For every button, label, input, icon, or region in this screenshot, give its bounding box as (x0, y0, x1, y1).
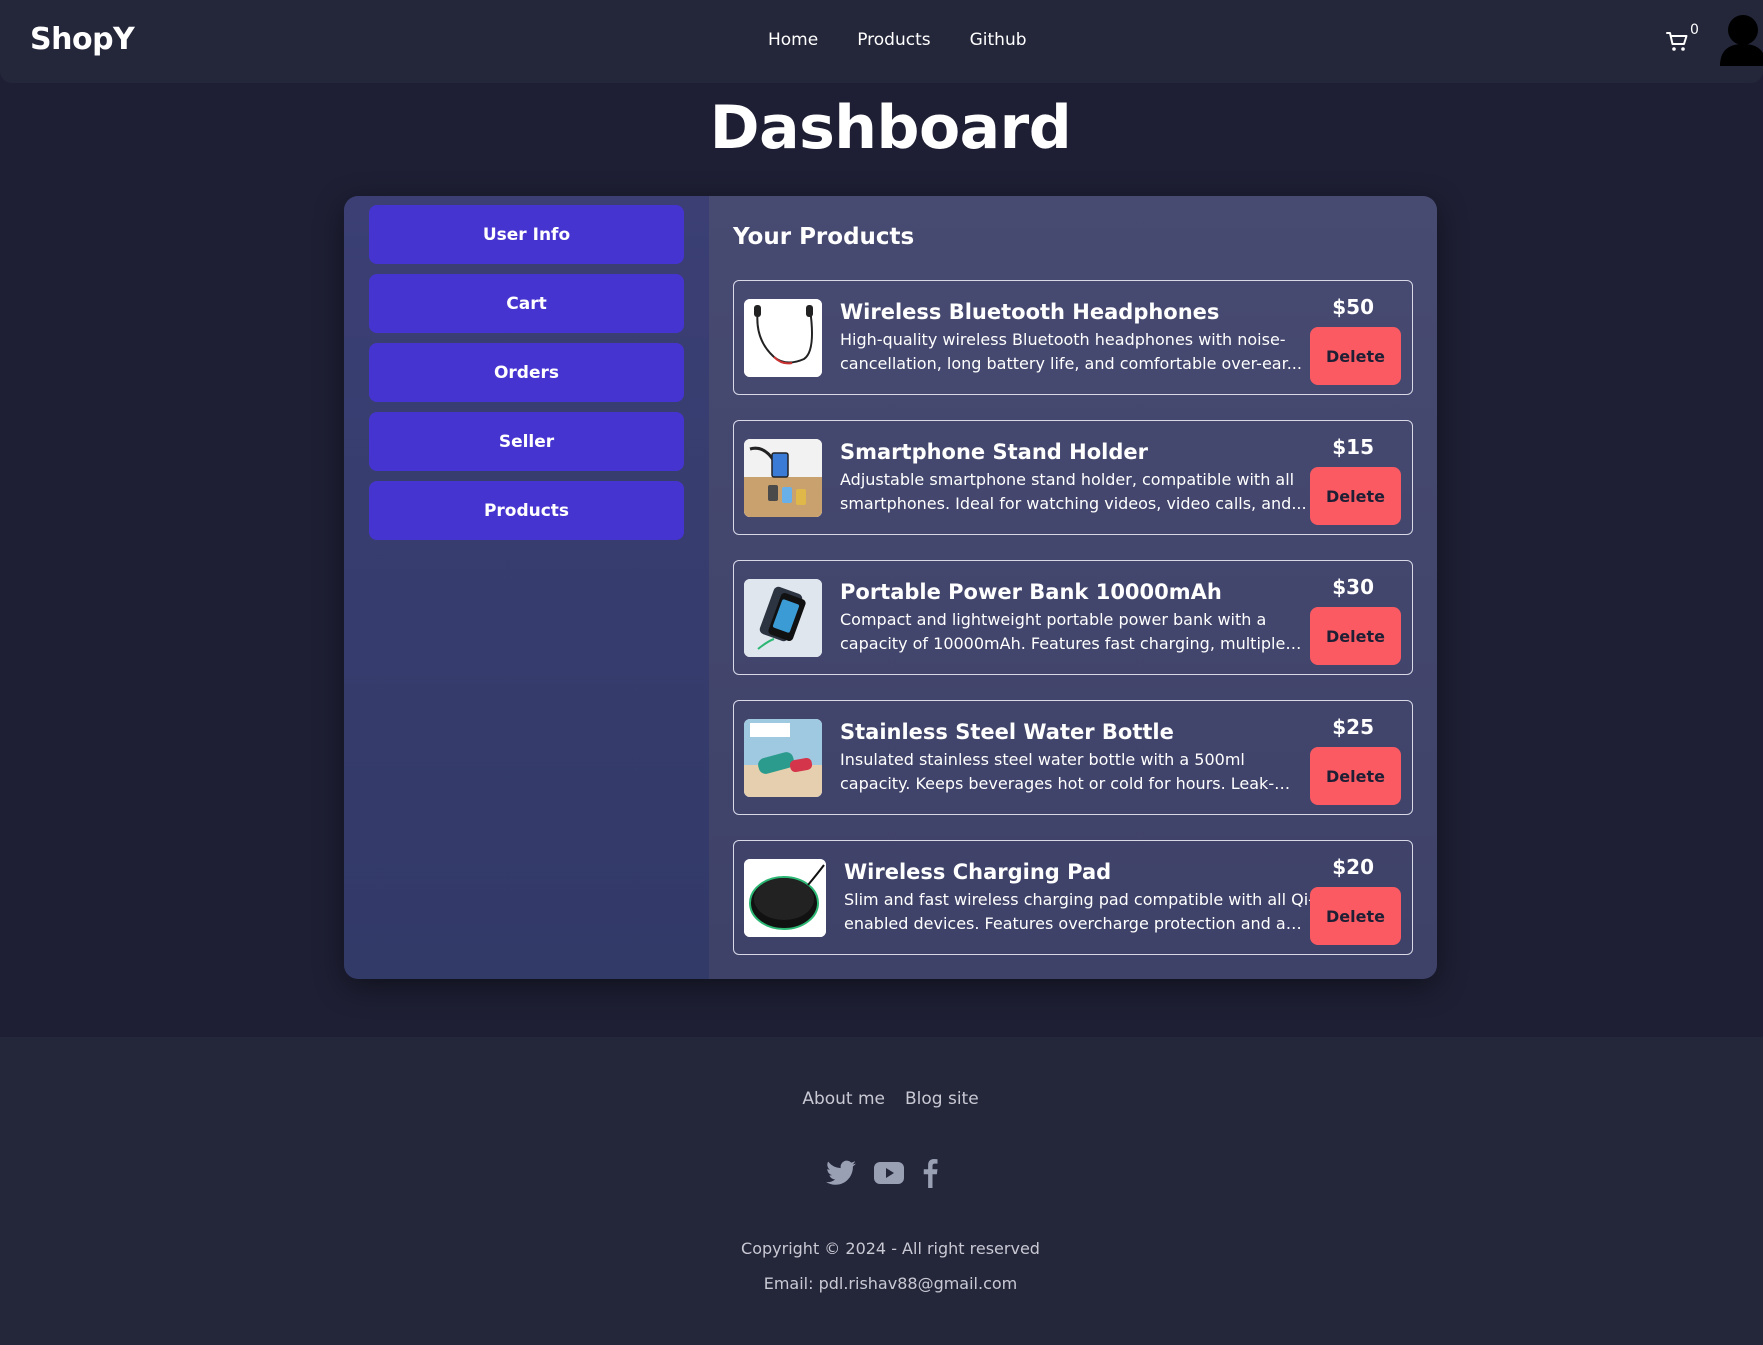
sidebar-item-orders[interactable]: Orders (369, 343, 684, 402)
product-description: Compact and lightweight portable power b… (840, 609, 1286, 653)
delete-button[interactable]: Delete (1310, 467, 1401, 525)
product-card: Stainless Steel Water Bottle Insulated s… (733, 700, 1413, 815)
product-card: Smartphone Stand Holder Adjustable smart… (733, 420, 1413, 535)
product-price: $20 (1332, 855, 1374, 879)
product-card: Wireless Charging Pad Slim and fast wire… (733, 840, 1413, 955)
sidebar-item-user-info[interactable]: User Info (369, 205, 684, 264)
social-links (826, 1158, 938, 1192)
sidebar: User Info Cart Orders Seller Products (344, 196, 709, 979)
twitter-icon[interactable] (826, 1160, 856, 1190)
product-name: Portable Power Bank 10000mAh (840, 579, 1222, 604)
product-description: Adjustable smartphone stand holder, comp… (840, 469, 1307, 513)
product-card: Wireless Bluetooth Headphones High-quali… (733, 280, 1413, 395)
dashboard-panel: User Info Cart Orders Seller Products Yo… (344, 196, 1437, 979)
products-section: Your Products Wireless Bluetooth Headpho… (709, 196, 1437, 979)
product-card: Portable Power Bank 10000mAh Compact and… (733, 560, 1413, 675)
copyright-text: Copyright © 2024 - All right reserved (741, 1239, 1040, 1258)
product-price: $25 (1332, 715, 1374, 739)
product-price: $30 (1332, 575, 1374, 599)
sidebar-item-products[interactable]: Products (369, 481, 684, 540)
charging-pad-image (744, 858, 826, 937)
product-description: Insulated stainless steel water bottle w… (840, 749, 1275, 793)
cart-button[interactable]: 0 (1666, 22, 1700, 60)
delete-button[interactable]: Delete (1310, 747, 1401, 805)
product-price: $15 (1332, 435, 1374, 459)
nav-link-github[interactable]: Github (970, 30, 1027, 50)
nav-links: Home Products Github (768, 30, 1027, 50)
phone-stand-image (744, 438, 822, 517)
navbar: ShopY Home Products Github 0 (0, 0, 1763, 83)
product-description: Slim and fast wireless charging pad comp… (844, 889, 1314, 933)
product-name: Wireless Bluetooth Headphones (840, 299, 1220, 324)
brand-logo[interactable]: ShopY (30, 22, 135, 57)
product-name: Stainless Steel Water Bottle (840, 719, 1174, 744)
cart-count-badge: 0 (1690, 22, 1699, 38)
product-description: High-quality wireless Bluetooth headphon… (840, 329, 1302, 373)
headphones-image (744, 298, 822, 377)
water-bottle-image (744, 718, 822, 797)
nav-link-home[interactable]: Home (768, 30, 818, 50)
product-name: Smartphone Stand Holder (840, 439, 1148, 464)
footer-link-about-me[interactable]: About me (802, 1089, 885, 1109)
cart-icon (1666, 32, 1688, 51)
section-heading: Your Products (733, 224, 915, 250)
footer-link-blog-site[interactable]: Blog site (905, 1089, 979, 1109)
sidebar-item-seller[interactable]: Seller (369, 412, 684, 471)
contact-email: Email: pdl.rishav88@gmail.com (763, 1274, 1018, 1293)
page-title: Dashboard (709, 93, 1072, 163)
power-bank-image (744, 578, 822, 657)
product-name: Wireless Charging Pad (844, 859, 1112, 884)
footer: About me Blog site Copyright © 2024 - Al… (0, 1037, 1763, 1345)
delete-button[interactable]: Delete (1310, 607, 1401, 665)
sidebar-item-cart[interactable]: Cart (369, 274, 684, 333)
product-price: $50 (1332, 295, 1374, 319)
delete-button[interactable]: Delete (1310, 887, 1401, 945)
delete-button[interactable]: Delete (1310, 327, 1401, 385)
user-avatar-icon[interactable] (1720, 14, 1763, 66)
nav-link-products[interactable]: Products (857, 30, 930, 50)
youtube-icon[interactable] (874, 1161, 904, 1189)
footer-links: About me Blog site (0, 1089, 1763, 1109)
facebook-icon[interactable] (922, 1158, 938, 1192)
